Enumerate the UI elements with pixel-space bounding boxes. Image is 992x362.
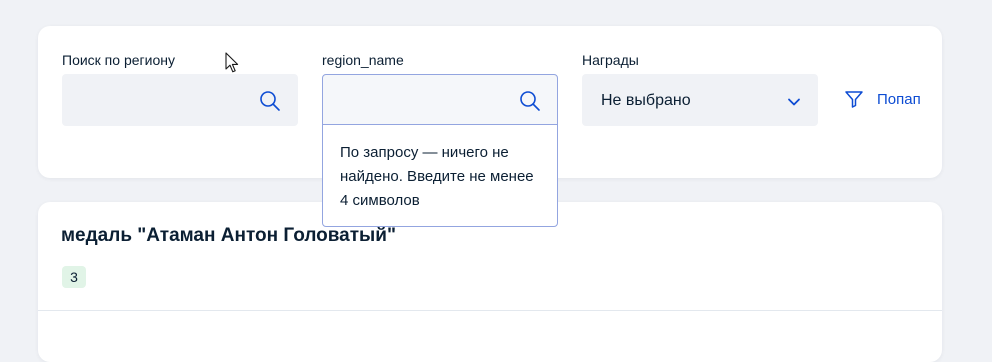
popup-button-label: Попап: [877, 90, 921, 108]
count-badge: 3: [62, 266, 86, 288]
region-search-label: Поиск по региону: [62, 52, 175, 68]
awards-label: Награды: [582, 52, 639, 68]
region-name-label: region_name: [322, 52, 404, 68]
awards-selected-value: Не выбрано: [601, 92, 691, 109]
divider: [38, 310, 942, 311]
result-title: медаль "Атаман Антон Головатый": [61, 225, 396, 246]
region-search-field[interactable]: [62, 74, 298, 126]
popup-button[interactable]: Попап: [844, 87, 924, 111]
filter-icon: [845, 91, 863, 108]
search-icon[interactable]: [519, 90, 541, 112]
search-icon[interactable]: [259, 90, 281, 112]
no-results-message: По запросу — ничего не найдено. Введите …: [340, 144, 534, 209]
chevron-down-icon: [788, 98, 800, 106]
awards-select[interactable]: Не выбрано: [582, 74, 818, 126]
region-name-field[interactable]: [322, 74, 558, 126]
no-results-popover: По запросу — ничего не найдено. Введите …: [322, 124, 558, 227]
